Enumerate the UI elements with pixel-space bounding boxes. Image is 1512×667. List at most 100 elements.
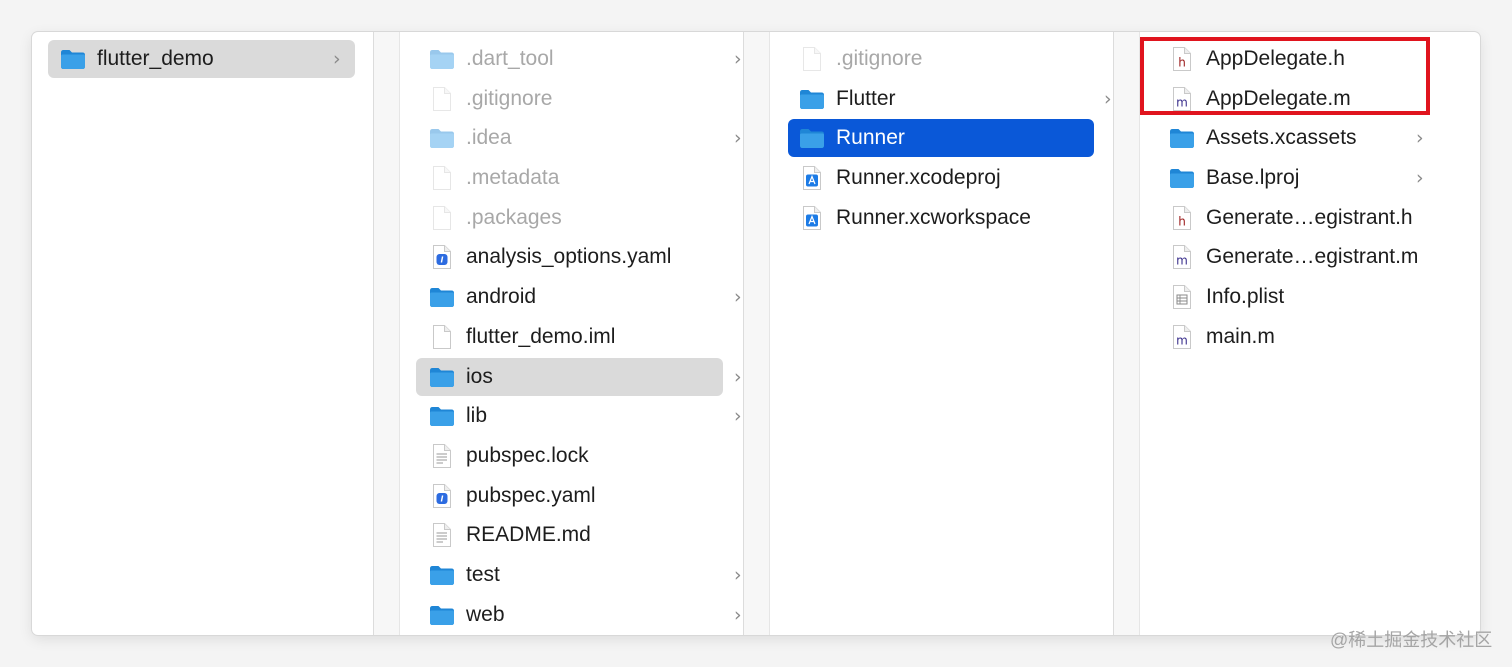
file-name-label: flutter_demo — [97, 47, 214, 70]
xcode-project-icon — [799, 165, 825, 191]
xcode-workspace-icon — [799, 205, 825, 231]
file-row-gitignore[interactable]: .gitignore — [744, 39, 1113, 79]
file-name-label: Generate…egistrant.h — [1206, 205, 1413, 229]
file-name-label: Assets.xcassets — [1206, 126, 1357, 150]
folder-icon — [429, 403, 455, 429]
chevron-right-icon: › — [734, 405, 742, 428]
file-name-label: lib — [466, 404, 488, 428]
file-name-label: README.md — [466, 523, 591, 547]
file-name-label: .gitignore — [836, 47, 923, 70]
file-name-label: main.m — [1206, 324, 1275, 348]
file-row-flutter[interactable]: Flutter › — [744, 79, 1113, 119]
plist-file-icon — [1169, 284, 1195, 310]
file-row-web[interactable]: web › — [374, 595, 743, 635]
folder-icon — [429, 602, 455, 628]
column-flutter-demo[interactable]: .dart_tool › .gitignore .idea › .metadata … — [374, 32, 744, 635]
folder-icon — [429, 364, 455, 390]
file-name-label: .metadata — [466, 166, 560, 190]
file-name-label: .idea — [466, 126, 512, 150]
folder-icon — [429, 46, 455, 72]
file-name-label: pubspec.yaml — [466, 483, 596, 507]
file-row-idea[interactable]: .idea › — [374, 118, 743, 158]
document-icon — [429, 205, 455, 231]
file-row-base-lproj[interactable]: Base.lproj › — [1114, 158, 1480, 198]
text-document-icon — [429, 443, 455, 469]
file-name-label: .gitignore — [466, 86, 553, 110]
svg-text:h: h — [1178, 214, 1186, 228]
chevron-right-icon: › — [333, 48, 341, 70]
chevron-right-icon: › — [734, 127, 742, 150]
column-root[interactable]: flutter_demo › — [32, 32, 374, 635]
file-row-metadata[interactable]: .metadata — [374, 158, 743, 198]
column-rows: flutter_demo › — [32, 39, 373, 79]
file-row-readme-md[interactable]: README.md — [374, 515, 743, 555]
file-row-pubspec-lock[interactable]: pubspec.lock — [374, 436, 743, 476]
file-row-assets-xcassets[interactable]: Assets.xcassets › — [1114, 118, 1480, 158]
svg-text:m: m — [1176, 333, 1188, 347]
file-name-label: Base.lproj — [1206, 166, 1300, 190]
file-row-flutter-demo[interactable]: flutter_demo › — [32, 39, 373, 79]
document-icon — [799, 46, 825, 72]
folder-icon — [1169, 125, 1195, 151]
file-row-main-m[interactable]: m main.m — [1114, 317, 1480, 357]
file-name-label: Runner — [836, 126, 905, 150]
file-row-gitignore[interactable]: .gitignore — [374, 79, 743, 119]
folder-icon — [799, 125, 825, 151]
file-row-runner-xcworkspace[interactable]: Runner.xcworkspace — [744, 198, 1113, 238]
objc-source-file-icon: m — [1169, 244, 1195, 270]
column-ios[interactable]: .gitignore Flutter › Runner › Runner.xcode… — [744, 32, 1114, 635]
file-row-test[interactable]: test › — [374, 555, 743, 595]
file-row-generate-egistrant-m[interactable]: m Generate…egistrant.m — [1114, 237, 1480, 277]
file-name-label: Runner.xcodeproj — [836, 166, 1001, 190]
file-row-info-plist[interactable]: Info.plist — [1114, 277, 1480, 317]
file-name-label: Info.plist — [1206, 285, 1285, 309]
file-name-label: Runner.xcworkspace — [836, 205, 1031, 229]
finder-window: flutter_demo › .dart_tool › .gitignore .id… — [32, 32, 1480, 635]
file-row-flutter-demo-iml[interactable]: flutter_demo.iml — [374, 317, 743, 357]
folder-icon — [799, 86, 825, 112]
document-icon — [429, 86, 455, 112]
selection-highlight — [788, 119, 1094, 158]
file-name-label: analysis_options.yaml — [466, 245, 672, 269]
file-row-generate-egistrant-h[interactable]: h Generate…egistrant.h — [1114, 198, 1480, 238]
file-row-analysis-options-yaml[interactable]: analysis_options.yaml — [374, 237, 743, 277]
chevron-right-icon: › — [734, 48, 742, 70]
file-row-android[interactable]: android › — [374, 277, 743, 317]
chevron-right-icon: › — [734, 563, 742, 586]
chevron-right-icon: › — [1104, 87, 1112, 110]
file-row-ios[interactable]: ios › — [374, 357, 743, 397]
file-name-label: ios — [466, 364, 493, 388]
chevron-right-icon: › — [1104, 127, 1112, 150]
column-runner[interactable]: h AppDelegate.h m AppDelegate.m Assets.xca… — [1114, 32, 1480, 635]
folder-icon — [429, 284, 455, 310]
chevron-right-icon: › — [734, 603, 742, 626]
folder-icon — [429, 125, 455, 151]
folder-icon — [1169, 165, 1195, 191]
document-icon — [429, 324, 455, 350]
file-row-pubspec-yaml[interactable]: pubspec.yaml — [374, 476, 743, 516]
text-document-icon — [429, 522, 455, 548]
file-name-label: flutter_demo.iml — [466, 324, 616, 348]
file-row-packages[interactable]: .packages — [374, 198, 743, 238]
chevron-right-icon: › — [1416, 167, 1424, 190]
watermark-text: @稀土掘金技术社区 — [1330, 630, 1493, 650]
chevron-right-icon: › — [734, 365, 742, 388]
file-row-runner[interactable]: Runner › — [744, 118, 1113, 158]
folder-icon — [429, 562, 455, 588]
column-rows: .gitignore Flutter › Runner › Runner.xcode… — [744, 39, 1113, 237]
file-name-label: .dart_tool — [466, 47, 554, 70]
header-file-icon: h — [1169, 205, 1195, 231]
file-row-runner-xcodeproj[interactable]: Runner.xcodeproj — [744, 158, 1113, 198]
annotation-highlight-box — [1140, 37, 1430, 115]
file-name-label: Generate…egistrant.m — [1206, 245, 1419, 269]
file-row-dart-tool[interactable]: .dart_tool › — [374, 39, 743, 79]
folder-icon — [60, 46, 86, 72]
file-name-label: android — [466, 285, 537, 309]
file-name-label: web — [466, 602, 505, 626]
file-row-lib[interactable]: lib › — [374, 396, 743, 436]
file-name-label: .packages — [466, 205, 562, 229]
file-name-label: test — [466, 562, 500, 586]
yaml-file-icon — [429, 244, 455, 270]
objc-source-file-icon: m — [1169, 324, 1195, 350]
yaml-file-icon — [429, 483, 455, 509]
